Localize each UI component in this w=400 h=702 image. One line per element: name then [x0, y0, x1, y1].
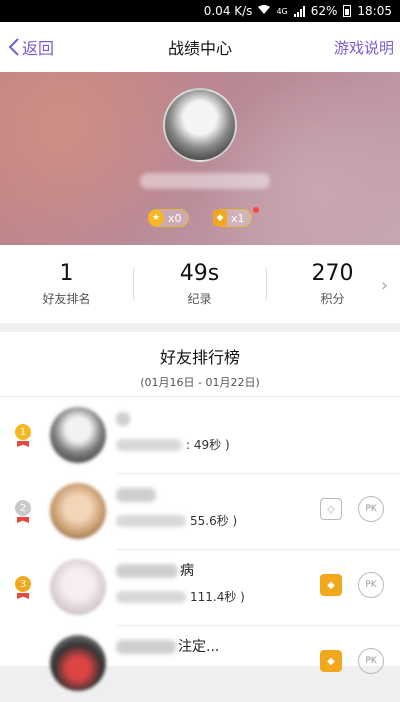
battery-level: 62%	[310, 4, 338, 18]
stat-value: 49s	[179, 261, 220, 286]
back-label: 返回	[22, 39, 55, 58]
stat-label: 积分	[320, 292, 345, 306]
subtitle-blurred	[116, 591, 186, 603]
stat-label: 好友排名	[42, 292, 91, 306]
avatar[interactable]	[50, 407, 106, 463]
chevron-left-icon	[8, 38, 19, 56]
gold-medal-icon: 1	[15, 424, 33, 448]
wifi-icon	[258, 4, 271, 18]
card-icon: ◆	[213, 210, 227, 226]
card-icon[interactable]: ◆	[320, 574, 342, 596]
network-speed: 0.04 K/s	[203, 4, 253, 18]
rank-number: 1	[15, 424, 31, 440]
nav-bar: 返回 战绩中心 游戏说明	[0, 22, 400, 72]
pk-button[interactable]: PK	[358, 496, 384, 522]
ranking-date-range: (01月16日 - 01月22日)	[140, 376, 260, 389]
gem-icon: ★	[148, 210, 164, 226]
stat-divider	[266, 268, 267, 300]
card-icon[interactable]: ◆	[320, 650, 342, 672]
battery-icon	[343, 5, 352, 17]
bronze-medal-icon: 3	[15, 576, 33, 600]
avatar[interactable]	[50, 559, 106, 615]
gem-badge[interactable]: ★ x0	[148, 209, 189, 227]
profile-banner: ★ x0 ◆ x1	[0, 72, 400, 245]
stat-divider	[133, 268, 134, 300]
divider	[0, 396, 400, 397]
chevron-right-icon[interactable]: ›	[381, 275, 388, 296]
subtitle-blurred	[116, 439, 182, 451]
silver-medal-icon: 2	[15, 500, 33, 524]
avatar[interactable]	[163, 88, 237, 162]
stat-record: 49s 纪录	[133, 245, 266, 323]
pk-button[interactable]: PK	[358, 648, 384, 674]
name-blurred	[116, 488, 156, 502]
score-text: 55.6秒 )	[190, 514, 238, 528]
score-text: : 49秒 )	[186, 438, 230, 452]
card-badge[interactable]: ◆ x1	[213, 209, 252, 227]
stat-value: 270	[311, 261, 354, 286]
name-blurred	[116, 564, 178, 578]
ranking-title: 好友排行榜	[159, 348, 240, 367]
rank-number: 3	[15, 576, 31, 592]
name-blurred	[116, 412, 130, 426]
back-button[interactable]: 返回	[8, 35, 54, 59]
nickname-blurred	[140, 173, 270, 189]
name-blurred	[116, 640, 176, 654]
card-icon[interactable]: ◇	[320, 498, 342, 520]
name-text: 病	[180, 563, 194, 579]
game-help-link[interactable]: 游戏说明	[334, 37, 394, 58]
status-bar: 0.04 K/s 4G 62% 18:05	[0, 0, 400, 22]
table-row[interactable]: 2 55.6秒 ) ◇ PK	[0, 474, 400, 550]
clock: 18:05	[357, 4, 392, 18]
name-text: 注定...	[178, 639, 220, 655]
table-row[interactable]: 1 : 49秒 )	[0, 398, 400, 474]
stat-label: 纪录	[187, 292, 212, 306]
stat-friend-rank: 1 好友排名	[0, 245, 133, 323]
table-row[interactable]: 注定... ◆ PK	[0, 626, 400, 702]
pk-button[interactable]: PK	[358, 572, 384, 598]
card-count: x1	[231, 211, 245, 225]
friend-ranking-section: 好友排行榜 (01月16日 - 01月22日) 1 : 49秒 ) 2 55.6…	[0, 332, 400, 691]
subtitle-blurred	[116, 515, 186, 527]
rank-number: 2	[15, 500, 31, 516]
avatar[interactable]	[50, 483, 106, 539]
score-text: 111.4秒 )	[190, 590, 245, 604]
gem-count: x0	[168, 211, 182, 225]
signal-icon	[293, 5, 305, 17]
stats-panel[interactable]: 1 好友排名 49s 纪录 270 积分	[0, 245, 400, 323]
network-type: 4G	[276, 6, 288, 16]
table-row[interactable]: 3 病 111.4秒 ) ◆ PK	[0, 550, 400, 626]
avatar[interactable]	[50, 635, 106, 691]
stat-value: 1	[59, 261, 74, 286]
notification-dot	[253, 207, 259, 213]
stat-points: 270 积分	[266, 245, 399, 323]
